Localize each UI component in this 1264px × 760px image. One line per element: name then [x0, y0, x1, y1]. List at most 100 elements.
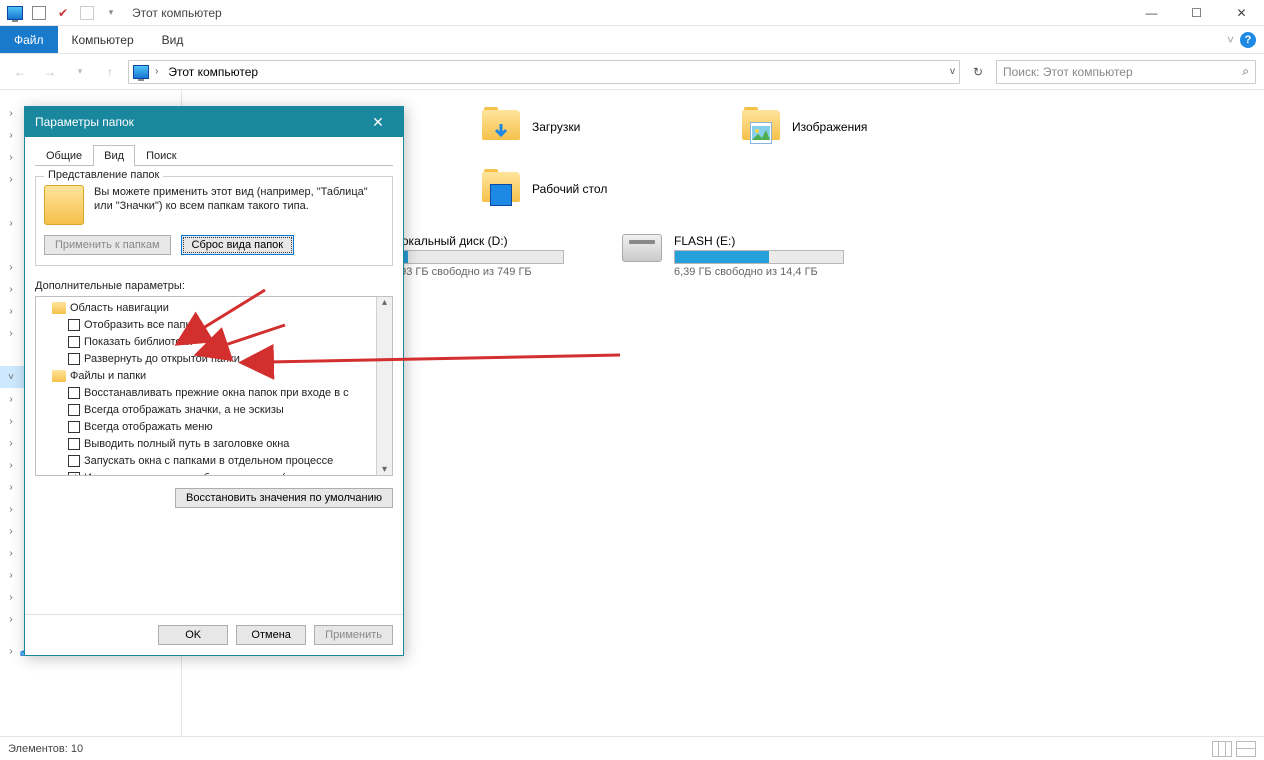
caret-down-icon[interactable]: ˅	[6, 372, 16, 383]
caret-icon[interactable]: ›	[6, 460, 16, 471]
checkbox[interactable]	[68, 319, 80, 331]
caret-icon[interactable]: ›	[6, 306, 16, 317]
view-large-button[interactable]	[1236, 741, 1256, 757]
folder-icon	[482, 172, 522, 206]
checkbox[interactable]	[68, 438, 80, 450]
qat-dropdown-icon[interactable]: ▾	[100, 2, 122, 24]
view-details-button[interactable]	[1212, 741, 1232, 757]
address-dropdown-icon[interactable]: v	[950, 66, 955, 77]
folder-icon	[742, 110, 782, 144]
scrollbar[interactable]	[376, 297, 392, 475]
tree-node[interactable]: Область навигации	[70, 302, 169, 314]
folder-icon	[52, 370, 66, 382]
tree-node[interactable]: Отобразить все папки	[84, 319, 196, 331]
qat-item[interactable]	[76, 2, 98, 24]
tree-node[interactable]: Показать библиотеки	[84, 336, 193, 348]
advanced-settings-label: Дополнительные параметры:	[35, 280, 393, 292]
back-button[interactable]: ←	[8, 60, 32, 84]
forward-button[interactable]: →	[38, 60, 62, 84]
caret-icon[interactable]: ›	[6, 482, 16, 493]
dialog-tabstrip: Общие Вид Поиск	[35, 145, 393, 166]
caret-icon[interactable]: ›	[6, 262, 16, 273]
dialog-close-button[interactable]: ✕	[363, 114, 393, 131]
tab-computer[interactable]: Компьютер	[58, 26, 148, 53]
tree-node[interactable]: Восстанавливать прежние окна папок при в…	[84, 387, 349, 399]
checkbox-checked[interactable]: ✓	[68, 472, 80, 477]
refresh-button[interactable]: ↻	[966, 60, 990, 84]
caret-icon[interactable]: ›	[6, 548, 16, 559]
cancel-button[interactable]: Отмена	[236, 625, 306, 645]
recent-dropdown-icon[interactable]: ▾	[68, 60, 92, 84]
drive-icon	[622, 234, 662, 262]
dialog-titlebar[interactable]: Параметры папок ✕	[25, 107, 403, 137]
maximize-button[interactable]: ☐	[1174, 0, 1219, 26]
advanced-settings-tree[interactable]: Область навигации Отобразить все папки П…	[35, 296, 393, 476]
dialog-footer: OK Отмена Применить	[25, 614, 403, 655]
folder-pictures[interactable]: Изображения	[742, 110, 962, 144]
chevron-right-icon[interactable]: ›	[155, 66, 158, 77]
tab-view[interactable]: Вид	[148, 26, 198, 53]
caret-icon[interactable]: ›	[6, 108, 16, 119]
minimize-button[interactable]: —	[1129, 0, 1174, 26]
ok-button[interactable]: OK	[158, 625, 228, 645]
ribbon-collapse-icon[interactable]: ˅	[1227, 33, 1234, 47]
caret-icon[interactable]: ›	[6, 284, 16, 295]
caret-icon[interactable]: ›	[6, 152, 16, 163]
caret-icon[interactable]: ›	[6, 504, 16, 515]
picture-icon	[752, 126, 770, 140]
caret-icon[interactable]: ›	[6, 526, 16, 537]
search-input[interactable]: Поиск: Этот компьютер ⌕	[996, 60, 1256, 84]
caret-icon[interactable]: ›	[6, 570, 16, 581]
drive-label: Локальный диск (D:)	[394, 234, 564, 248]
tree-node[interactable]: Файлы и папки	[70, 370, 146, 382]
tree-node[interactable]: Развернуть до открытой папки	[84, 353, 240, 365]
tree-node[interactable]: Всегда отображать меню	[84, 421, 213, 433]
caret-icon[interactable]: ›	[6, 416, 16, 427]
caret-icon[interactable]: ›	[6, 614, 16, 625]
drive-e[interactable]: FLASH (E:) 6,39 ГБ свободно из 14,4 ГБ	[622, 234, 862, 278]
caret-icon[interactable]: ›	[6, 174, 16, 185]
help-icon[interactable]: ?	[1240, 32, 1256, 48]
search-icon[interactable]: ⌕	[1242, 64, 1249, 79]
apply-to-folders-button[interactable]: Применить к папкам	[44, 235, 171, 255]
address-bar[interactable]: › Этот компьютер v	[128, 60, 960, 84]
apply-button[interactable]: Применить	[314, 625, 393, 645]
caret-icon[interactable]: ›	[6, 438, 16, 449]
system-icon[interactable]	[4, 2, 26, 24]
close-button[interactable]: ✕	[1219, 0, 1264, 26]
folder-icon	[52, 302, 66, 314]
ribbon: Файл Компьютер Вид ˅ ?	[0, 26, 1264, 54]
caret-icon[interactable]: ›	[6, 646, 16, 657]
tree-node[interactable]: Использовать мастер общего доступа (реко…	[84, 472, 351, 477]
caret-icon[interactable]: ›	[6, 130, 16, 141]
navigation-bar: ← → ▾ ↑ › Этот компьютер v ↻ Поиск: Этот…	[0, 54, 1264, 90]
checkbox[interactable]	[68, 421, 80, 433]
breadcrumb[interactable]: Этот компьютер	[164, 65, 262, 79]
tree-node[interactable]: Выводить полный путь в заголовке окна	[84, 438, 289, 450]
up-button[interactable]: ↑	[98, 60, 122, 84]
qat-properties-icon[interactable]: ✔	[52, 2, 74, 24]
tree-node[interactable]: Запускать окна с папками в отдельном про…	[84, 455, 333, 467]
qat-item[interactable]	[28, 2, 50, 24]
caret-icon[interactable]: ›	[6, 592, 16, 603]
checkbox[interactable]	[68, 455, 80, 467]
window-titlebar: ✔ ▾ Этот компьютер — ☐ ✕	[0, 0, 1264, 26]
checkbox[interactable]	[68, 404, 80, 416]
tree-node[interactable]: Всегда отображать значки, а не эскизы	[84, 404, 284, 416]
folder-downloads[interactable]: Загрузки	[482, 110, 702, 144]
caret-icon[interactable]: ›	[6, 328, 16, 339]
drive-usage-bar	[674, 250, 844, 264]
tab-general[interactable]: Общие	[35, 145, 93, 166]
caret-icon[interactable]: ›	[6, 394, 16, 405]
file-tab[interactable]: Файл	[0, 26, 58, 53]
restore-defaults-button[interactable]: Восстановить значения по умолчанию	[175, 488, 393, 508]
tab-search[interactable]: Поиск	[135, 145, 187, 166]
reset-folders-button[interactable]: Сброс вида папок	[181, 235, 295, 255]
checkbox[interactable]	[68, 387, 80, 399]
drive-sub: 693 ГБ свободно из 749 ГБ	[394, 266, 564, 278]
caret-icon[interactable]: ›	[6, 218, 16, 229]
checkbox[interactable]	[68, 353, 80, 365]
tab-view[interactable]: Вид	[93, 145, 135, 166]
checkbox[interactable]	[68, 336, 80, 348]
folder-desktop[interactable]: Рабочий стол	[482, 172, 702, 206]
